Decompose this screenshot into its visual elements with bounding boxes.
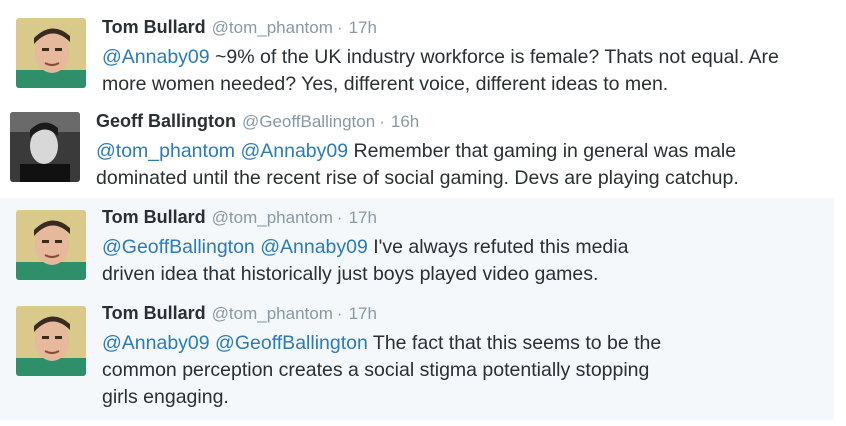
separator-dot: · [336, 304, 343, 323]
user-handle[interactable]: @tom_phantom [212, 304, 333, 323]
tweet: Tom Bullard @tom_phantom · 17h @GeoffBallin… [0, 198, 834, 298]
tweet-text-segment: I've always refuted this media [367, 236, 629, 258]
tweet-text-line: common perception creates a social stigm… [102, 357, 661, 384]
tweet-text-line: @Annaby09 ~9% of the UK industry workfor… [102, 44, 779, 71]
tweet-text-line: girls engaging. [102, 384, 661, 411]
tweet-text-segment: ~9% of the UK industry workforce is fema… [209, 46, 779, 68]
tweet-text-segment: girls engaging. [102, 386, 229, 408]
tweet-text: @tom_phantom @Annaby09 Remember that gam… [96, 138, 739, 192]
tweet-text-segment: dominated until the recent rise of socia… [96, 167, 739, 189]
tweet-text: @Annaby09 ~9% of the UK industry workfor… [102, 44, 779, 98]
avatar[interactable] [16, 210, 86, 280]
tweet-header: Tom Bullard @tom_phantom · 17h [102, 16, 779, 39]
tweet-text: @Annaby09 @GeoffBallington The fact that… [102, 330, 661, 411]
separator-dot: · [336, 208, 343, 227]
display-name[interactable]: Tom Bullard [102, 303, 206, 323]
mention-link[interactable]: @Annaby09 [102, 46, 210, 68]
mention-link[interactable]: @GeoffBallington [102, 236, 255, 258]
tweet-text: @GeoffBallington @Annaby09 I've always r… [102, 234, 628, 288]
tweet-text-segment: The fact that this seems to be the [367, 332, 662, 354]
tweet-text-line: dominated until the recent rise of socia… [96, 165, 739, 192]
tweet-header: Tom Bullard @tom_phantom · 17h [102, 302, 661, 325]
tweet: Tom Bullard @tom_phantom · 17h @Annaby09 ~9… [0, 0, 834, 100]
mention-link[interactable]: @Annaby09 [260, 236, 368, 258]
tweet-header: Tom Bullard @tom_phantom · 17h [102, 206, 628, 229]
tweet-text-line: @tom_phantom @Annaby09 Remember that gam… [96, 138, 739, 165]
user-handle[interactable]: @tom_phantom [212, 18, 333, 37]
display-name[interactable]: Tom Bullard [102, 207, 206, 227]
tweet-text-segment: Remember that gaming in general was male [348, 140, 737, 162]
user-photo-icon [16, 210, 86, 280]
tweet: Geoff Ballington @GeoffBallington · 16h @to… [0, 100, 834, 198]
user-photo-icon [16, 306, 86, 376]
tweet-text-segment: common perception creates a social stigm… [102, 359, 650, 381]
separator-dot: · [379, 112, 385, 131]
user-handle[interactable]: @GeoffBallington [242, 112, 375, 131]
mention-link[interactable]: @Annaby09 [240, 140, 348, 162]
tweet-header: Geoff Ballington @GeoffBallington · 16h [96, 110, 739, 133]
tweet-text-line: @GeoffBallington @Annaby09 I've always r… [102, 234, 628, 261]
timestamp[interactable]: 17h [349, 18, 377, 37]
user-photo-icon [10, 112, 80, 182]
user-handle[interactable]: @tom_phantom [212, 208, 333, 227]
tweet-text-line: driven idea that historically just boys … [102, 261, 628, 288]
avatar[interactable] [16, 18, 86, 88]
timestamp[interactable]: 17h [349, 208, 377, 227]
display-name[interactable]: Geoff Ballington [96, 111, 236, 131]
tweet: Tom Bullard @tom_phantom · 17h @Annaby09 @G… [0, 298, 834, 420]
tweet-text-line: more women needed? Yes, different voice,… [102, 71, 779, 98]
user-photo-icon [16, 18, 86, 88]
tweet-text-segment: more women needed? Yes, different voice,… [102, 73, 669, 95]
separator-dot: · [336, 18, 343, 37]
tweet-text-line: @Annaby09 @GeoffBallington The fact that… [102, 330, 661, 357]
tweet-text-segment: driven idea that historically just boys … [102, 263, 599, 285]
mention-link[interactable]: @GeoffBallington [215, 332, 368, 354]
avatar[interactable] [10, 112, 80, 182]
avatar[interactable] [16, 306, 86, 376]
mention-link[interactable]: @Annaby09 [102, 332, 210, 354]
mention-link[interactable]: @tom_phantom [96, 140, 235, 162]
timestamp[interactable]: 17h [349, 304, 377, 323]
timestamp[interactable]: 16h [391, 112, 419, 131]
display-name[interactable]: Tom Bullard [102, 17, 206, 37]
